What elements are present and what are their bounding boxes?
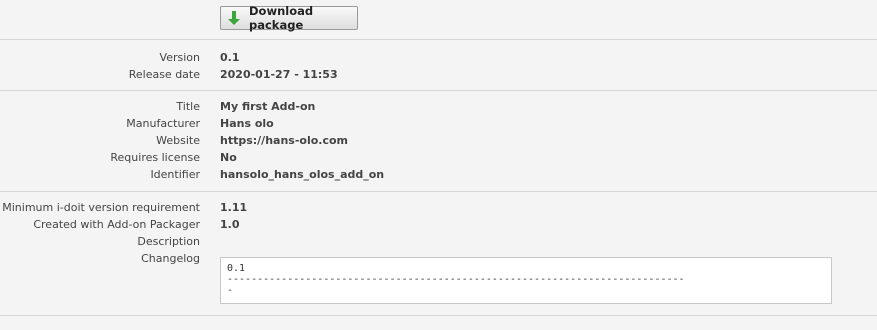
changelog-label: Changelog: [141, 252, 200, 265]
identifier-label: Identifier: [150, 168, 200, 181]
description-label: Description: [137, 235, 200, 248]
download-package-label: Download package: [249, 4, 314, 32]
addon-details-page: Download package Version 0.1 Release dat…: [0, 0, 877, 330]
release-date-row: Release date 2020-01-27 - 11:53: [0, 66, 877, 83]
info-section: Title My first Add-on Manufacturer Hans …: [0, 91, 877, 192]
min-version-row: Minimum i-doit version requirement 1.11: [0, 199, 877, 216]
website-value[interactable]: https://hans-olo.com: [220, 132, 348, 149]
license-row: Requires license No: [0, 149, 877, 166]
download-package-button[interactable]: Download package: [220, 4, 358, 32]
website-row: Website https://hans-olo.com: [0, 132, 877, 149]
release-date-value: 2020-01-27 - 11:53: [220, 68, 338, 81]
version-row: Version 0.1: [0, 49, 877, 66]
identifier-row: Identifier hansolo_hans_olos_add_on: [0, 166, 877, 183]
packager-value: 1.0: [220, 218, 240, 231]
manufacturer-value: Hans olo: [220, 117, 274, 130]
changelog-textarea[interactable]: 0.1 ------------------------------------…: [220, 257, 832, 304]
packager-row: Created with Add-on Packager 1.0: [0, 216, 877, 233]
manufacturer-row: Manufacturer Hans olo: [0, 115, 877, 132]
identifier-value: hansolo_hans_olos_add_on: [220, 168, 385, 181]
release-section: Version 0.1 Release date 2020-01-27 - 11…: [0, 40, 877, 91]
title-label: Title: [176, 100, 200, 113]
min-version-label: Minimum i-doit version requirement: [2, 201, 200, 214]
manufacturer-label: Manufacturer: [126, 117, 200, 130]
toolbar: Download package: [0, 0, 877, 40]
release-date-label: Release date: [128, 68, 200, 81]
title-row: Title My first Add-on: [0, 98, 877, 115]
description-row: Description: [0, 233, 877, 250]
version-value: 0.1: [220, 51, 240, 64]
down-arrow-icon: [227, 10, 241, 26]
license-label: Requires license: [110, 151, 200, 164]
packager-label: Created with Add-on Packager: [33, 218, 200, 231]
min-version-value: 1.11: [220, 201, 248, 214]
license-value: No: [220, 151, 237, 164]
website-label: Website: [156, 134, 200, 147]
version-label: Version: [159, 51, 200, 64]
title-value: My first Add-on: [220, 100, 316, 113]
